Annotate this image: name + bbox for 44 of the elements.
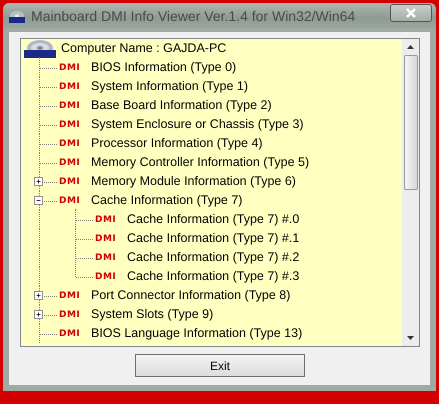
tree-item[interactable]: Computer Name : GAJDA-PC [61,41,226,56]
scroll-up-icon[interactable] [407,45,414,49]
expander-box[interactable] [34,310,43,319]
expander-box[interactable] [34,177,43,186]
expander-box[interactable] [34,291,43,300]
close-icon [405,8,417,18]
dmi-tag: DMI [59,176,91,186]
tree-item[interactable]: Memory Controller Information (Type 5) [91,155,310,170]
dmi-tag: DMI [59,120,91,130]
dmi-tag: DMI [59,290,91,300]
dmi-tag: DMI [59,100,91,110]
tree-item[interactable]: Base Board Information (Type 2) [91,98,272,113]
window-title: Mainboard DMI Info Viewer Ver.1.4 for Win32/Win64 [31,8,356,24]
tree-item[interactable]: System Enclosure or Chassis (Type 3) [91,117,304,132]
tree-item[interactable]: Port Connector Information (Type 8) [91,288,290,303]
tree-item[interactable]: Cache Information (Type 7) #.1 [127,231,300,246]
tree-item[interactable]: System Slots (Type 9) [91,307,214,322]
dmi-tag: DMI [59,196,91,206]
dmi-tag: DMI [59,62,91,72]
tree-item[interactable]: Cache Information (Type 7) #.3 [127,269,300,284]
dmi-tag: DMI [95,252,127,262]
close-button[interactable] [390,4,432,22]
dmi-tag: DMI [95,234,127,244]
tree-item[interactable]: Cache Information (Type 7) #.0 [127,212,300,227]
dmi-tag: DMI [59,82,91,92]
dmi-tag: DMI [59,328,91,338]
tree-item[interactable]: BIOS Information (Type 0) [91,60,236,75]
disc-icon [9,8,25,22]
tree-item[interactable]: Memory Module Information (Type 6) [91,174,296,189]
dmi-tag: DMI [59,138,91,148]
dmi-tag: DMI [95,214,127,224]
scroll-down-icon[interactable] [407,336,414,340]
dmi-tag: DMI [59,310,91,320]
tree-item[interactable]: Processor Information (Type 4) [91,136,263,151]
tree-item[interactable]: Cache Information (Type 7) #.2 [127,250,300,265]
tree-item[interactable]: BIOS Language Information (Type 13) [91,326,302,341]
tree-item[interactable]: System Information (Type 1) [91,79,248,94]
dmi-tag: DMI [95,272,127,282]
exit-button[interactable]: Exit [135,354,305,377]
scrollbar[interactable] [402,39,419,346]
tree-item[interactable]: Cache Information (Type 7) [91,193,242,208]
expander-box[interactable] [34,196,43,205]
dmi-tag: DMI [59,158,91,168]
scroll-thumb[interactable] [404,55,418,190]
